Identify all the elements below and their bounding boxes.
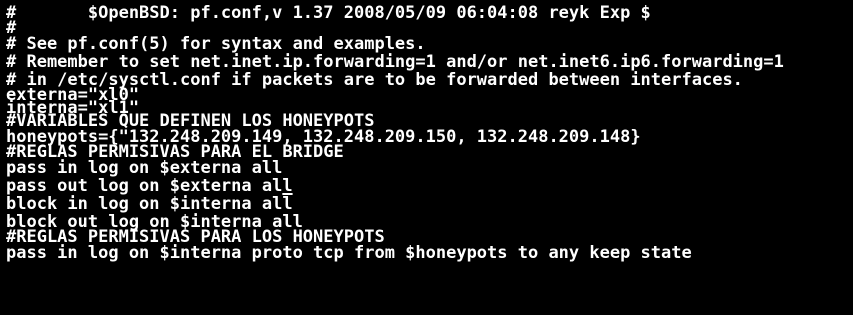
terminal-screen[interactable]: # $OpenBSD: pf.conf,v 1.37 2008/05/09 06… [6, 4, 853, 262]
terminal-line-11: pass in log on $externa all [6, 158, 283, 178]
terminal-line-3: # See pf.conf(5) for syntax and examples… [6, 34, 426, 54]
terminal-line-16: pass in log on $interna proto tcp from $… [6, 243, 692, 263]
terminal-line-1: # $OpenBSD: pf.conf,v 1.37 2008/05/09 06… [6, 3, 651, 23]
terminal-line-13: block in log on $interna all [6, 194, 293, 214]
terminal-line-12-text: pass out log on $externa al [6, 176, 283, 196]
terminal-window[interactable]: # $OpenBSD: pf.conf,v 1.37 2008/05/09 06… [0, 0, 853, 315]
terminal-line-12: pass out log on $externa all [6, 177, 853, 195]
text-cursor: l [282, 176, 293, 196]
terminal-line-4: # Remember to set net.inet.ip.forwarding… [6, 52, 784, 72]
